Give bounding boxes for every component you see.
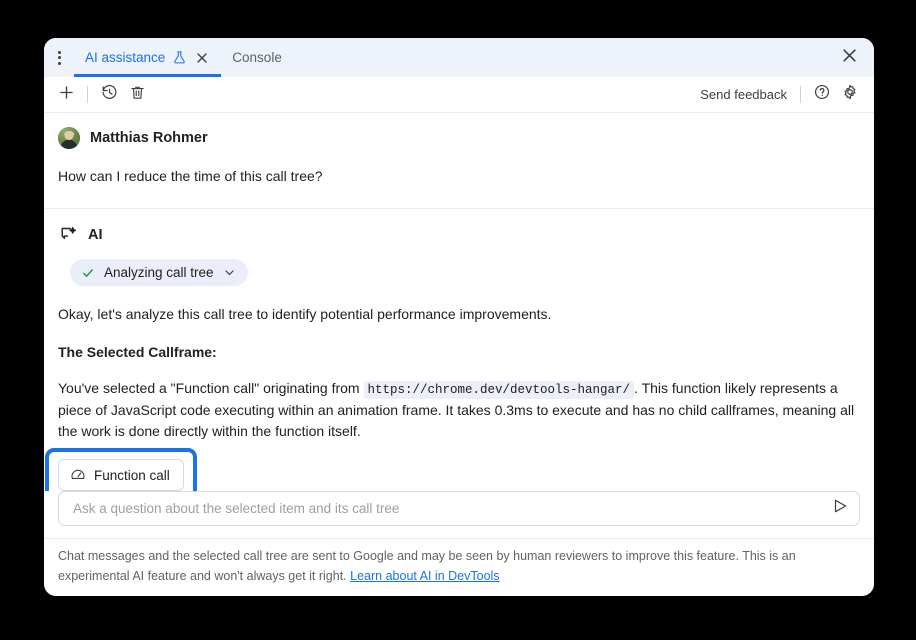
learn-about-ai-link[interactable]: Learn about AI in DevTools xyxy=(350,569,499,583)
selected-context-wrapper: Function call xyxy=(58,459,184,491)
ai-heading-1: The Selected Callframe: xyxy=(58,344,860,360)
tab-console-label: Console xyxy=(232,50,282,65)
chat-input-area xyxy=(44,491,874,526)
ai-sparkle-icon xyxy=(58,225,78,245)
ai-paragraph-2-part1: You've selected a "Function call" origin… xyxy=(58,380,360,396)
ai-name: AI xyxy=(88,227,103,243)
settings-button[interactable] xyxy=(836,82,864,108)
new-chat-button[interactable] xyxy=(52,82,80,108)
user-message-text: How can I reduce the time of this call t… xyxy=(58,166,860,186)
ai-message: AI Analyzing call tree Okay xyxy=(58,209,860,491)
toolbar-divider xyxy=(87,86,88,103)
history-icon xyxy=(101,84,118,106)
tab-ai-assistance-label: AI assistance xyxy=(85,50,165,65)
toolbar-divider-right xyxy=(800,86,801,103)
trash-icon xyxy=(129,84,146,106)
delete-chat-button[interactable] xyxy=(123,82,151,108)
flask-icon xyxy=(172,50,187,65)
chat-toolbar: Send feedback xyxy=(44,77,874,113)
chat-input[interactable] xyxy=(71,500,827,517)
close-icon xyxy=(842,48,857,68)
tab-console[interactable]: Console xyxy=(221,38,293,77)
gear-icon xyxy=(841,83,859,106)
performance-gauge-icon xyxy=(70,467,86,483)
plus-icon xyxy=(58,84,75,106)
tab-ai-assistance[interactable]: AI assistance xyxy=(74,38,221,77)
inline-code-url: https://chrome.dev/devtools-hangar/ xyxy=(364,381,635,399)
chat-messages: Matthias Rohmer How can I reduce the tim… xyxy=(44,113,874,491)
avatar xyxy=(58,127,80,149)
help-icon xyxy=(813,83,831,106)
disclaimer-footer: Chat messages and the selected call tree… xyxy=(44,538,874,596)
tab-close-icon[interactable] xyxy=(194,50,210,66)
chat-input-box[interactable] xyxy=(58,491,860,526)
analysis-step-label: Analyzing call tree xyxy=(104,265,214,280)
panel-close-button[interactable] xyxy=(834,38,864,77)
ai-paragraph-1: Okay, let's analyze this call tree to id… xyxy=(58,304,860,325)
ai-message-header: AI xyxy=(58,225,860,245)
screenshot-stage: AI assistance Console xyxy=(0,0,916,640)
devtools-ai-assistance-panel: AI assistance Console xyxy=(44,38,874,596)
check-icon xyxy=(81,266,95,280)
chevron-down-icon[interactable] xyxy=(223,266,236,279)
user-name: Matthias Rohmer xyxy=(90,130,208,146)
tab-strip: AI assistance Console xyxy=(44,38,874,77)
analysis-step-chip[interactable]: Analyzing call tree xyxy=(70,259,248,286)
more-tools-button[interactable] xyxy=(44,38,74,77)
ai-paragraph-2: You've selected a "Function call" origin… xyxy=(58,378,860,442)
user-message-header: Matthias Rohmer xyxy=(58,127,860,149)
send-feedback-button[interactable]: Send feedback xyxy=(694,87,793,102)
send-button[interactable] xyxy=(827,496,853,522)
selected-context-button[interactable]: Function call xyxy=(58,459,184,491)
chat-history-button[interactable] xyxy=(95,82,123,108)
send-icon xyxy=(831,497,849,520)
user-message: Matthias Rohmer How can I reduce the tim… xyxy=(58,113,860,186)
kebab-menu-icon xyxy=(58,51,61,65)
disclaimer-line-1: Chat messages and the selected call tree… xyxy=(58,549,739,563)
selected-context-label: Function call xyxy=(94,468,170,483)
help-button[interactable] xyxy=(808,82,836,108)
